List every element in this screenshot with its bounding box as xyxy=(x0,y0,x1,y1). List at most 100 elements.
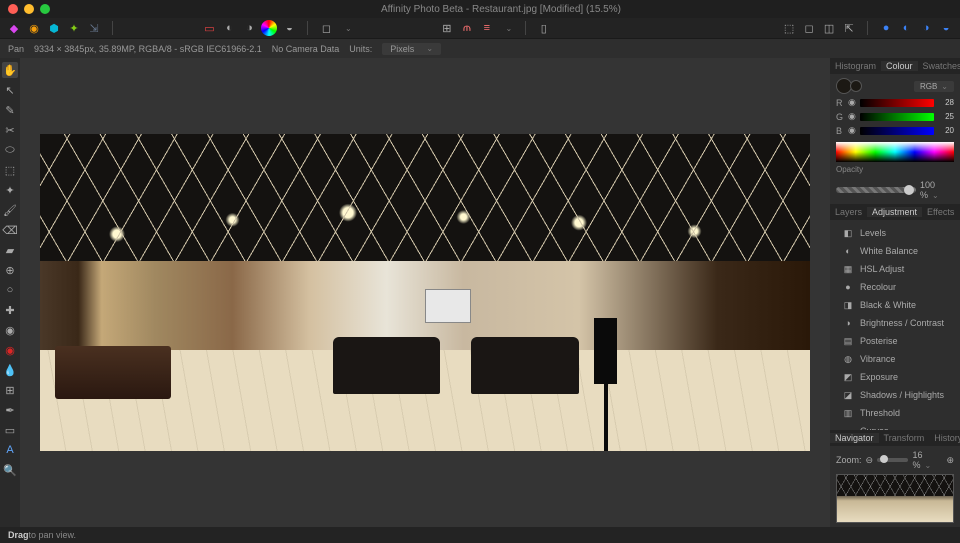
g-value[interactable]: 25 xyxy=(938,112,954,121)
preview-icon[interactable]: ◻ xyxy=(801,20,817,36)
secondary-colour-well[interactable] xyxy=(850,80,862,92)
canvas-viewport[interactable] xyxy=(20,58,830,527)
redeye-icon[interactable]: ◉ xyxy=(2,342,18,358)
zoom-slider[interactable] xyxy=(877,458,908,462)
paint-brush-icon[interactable]: 🖌 xyxy=(2,202,18,218)
layer-live-icon[interactable]: ◒ xyxy=(938,20,954,36)
tab-effects[interactable]: Effects xyxy=(922,207,959,217)
autocolours-icon[interactable] xyxy=(261,20,277,36)
crop-tool-icon[interactable]: ✂ xyxy=(2,122,18,138)
adjustment-item[interactable]: ◨Black & White xyxy=(836,296,954,314)
quickmask-icon[interactable]: ⬚ xyxy=(781,20,797,36)
zoom-in-icon[interactable]: ⊕ xyxy=(946,455,954,466)
adjustment-item[interactable]: 〰Curves xyxy=(836,422,954,430)
maximize-icon[interactable] xyxy=(40,4,50,14)
mesh-icon[interactable]: ⊞ xyxy=(2,382,18,398)
hue-spectrum[interactable] xyxy=(836,142,954,162)
healing-icon[interactable]: ✚ xyxy=(2,302,18,318)
arrange-icon[interactable]: ▯ xyxy=(536,20,552,36)
persona-develop-icon[interactable]: ⬢ xyxy=(46,20,62,36)
tab-histogram[interactable]: Histogram xyxy=(830,61,881,71)
shape-icon[interactable]: ▭ xyxy=(2,422,18,438)
flood-select-icon[interactable]: ✦ xyxy=(2,182,18,198)
persona-tone-icon[interactable]: ✦ xyxy=(66,20,82,36)
minimize-icon[interactable] xyxy=(24,4,34,14)
adjustment-item[interactable]: ▤Posterise xyxy=(836,332,954,350)
fill-icon[interactable]: ▰ xyxy=(2,242,18,258)
zoom-value[interactable]: 16 % xyxy=(912,450,942,470)
colour-panel-tabs: Histogram Colour Swatches Brushes xyxy=(830,58,960,74)
adjustment-item[interactable]: ◑Brightness / Contrast xyxy=(836,314,954,332)
blur-icon[interactable]: 💧 xyxy=(2,362,18,378)
adjustment-item[interactable]: ●Recolour xyxy=(836,278,954,296)
erase-icon[interactable]: ⌫ xyxy=(2,222,18,238)
r-slider[interactable] xyxy=(860,99,934,107)
selection-rect-icon[interactable]: ▭ xyxy=(201,20,217,36)
document-canvas[interactable] xyxy=(40,134,810,451)
export-icon[interactable]: ⇱ xyxy=(841,20,857,36)
pen-icon[interactable]: ✒ xyxy=(2,402,18,418)
snapping-icon[interactable]: ⊞ xyxy=(439,20,455,36)
tab-layers[interactable]: Layers xyxy=(830,207,867,217)
tab-colour[interactable]: Colour xyxy=(881,61,918,71)
tools-panel: ✋ ↖ ✎ ✂ ⬭ ⬚ ✦ 🖌 ⌫ ▰ ⊕ ○ ✚ ◉ ◉ 💧 ⊞ ✒ ▭ A … xyxy=(0,58,20,527)
navigator-thumbnail[interactable] xyxy=(836,474,954,523)
units-dropdown[interactable]: Pixels xyxy=(382,43,441,55)
adjustment-icon: ▥ xyxy=(842,407,854,419)
assistant-icon[interactable]: ≡ xyxy=(479,20,495,36)
autolevels-icon[interactable]: ◐ xyxy=(221,20,237,36)
tab-swatches[interactable]: Swatches xyxy=(918,61,960,71)
text-icon[interactable]: A xyxy=(2,442,18,458)
move-tool-icon[interactable]: ↖ xyxy=(2,82,18,98)
tab-adjustment[interactable]: Adjustment xyxy=(867,207,922,217)
autowb-icon[interactable]: ◒ xyxy=(281,20,297,36)
window-title: Affinity Photo Beta - Restaurant.jpg [Mo… xyxy=(50,4,952,15)
units-label: Units: xyxy=(349,44,372,54)
tab-history[interactable]: History xyxy=(929,433,960,443)
zoom-icon[interactable]: 🔍 xyxy=(2,462,18,478)
clone-icon[interactable]: ⊕ xyxy=(2,262,18,278)
r-value[interactable]: 28 xyxy=(938,98,954,107)
refine-icon[interactable]: ◫ xyxy=(821,20,837,36)
adjustment-item[interactable]: ◩Exposure xyxy=(836,368,954,386)
crop-dropdown[interactable] xyxy=(338,20,354,36)
adjustment-item[interactable]: ◐White Balance xyxy=(836,242,954,260)
tab-transform[interactable]: Transform xyxy=(879,433,930,443)
layer-adj-icon[interactable]: ◑ xyxy=(918,20,934,36)
b-slider[interactable] xyxy=(860,127,934,135)
colour-picker-icon[interactable]: ✎ xyxy=(2,102,18,118)
layer-mask-icon[interactable]: ◐ xyxy=(898,20,914,36)
b-picker-icon[interactable]: ◉ xyxy=(848,125,856,136)
b-value[interactable]: 20 xyxy=(938,126,954,135)
crop-mode-icon[interactable]: ◻ xyxy=(318,20,334,36)
adjustment-item[interactable]: ◪Shadows / Highlights xyxy=(836,386,954,404)
assistant-dropdown[interactable] xyxy=(499,20,515,36)
adjustment-icon: ● xyxy=(842,281,854,293)
zoom-out-icon[interactable]: ⊖ xyxy=(866,455,874,466)
marquee-icon[interactable]: ⬚ xyxy=(2,162,18,178)
dodge-icon[interactable]: ○ xyxy=(2,282,18,298)
layer-fx-icon[interactable]: ● xyxy=(878,20,894,36)
hand-tool-icon[interactable]: ✋ xyxy=(2,62,18,78)
opacity-slider[interactable] xyxy=(836,187,916,193)
persona-export-icon[interactable]: ⇲ xyxy=(86,20,102,36)
adjustment-item[interactable]: ▥Threshold xyxy=(836,404,954,422)
g-picker-icon[interactable]: ◉ xyxy=(848,111,856,122)
colour-mode-dropdown[interactable]: RGB xyxy=(914,81,954,92)
g-slider[interactable] xyxy=(860,113,934,121)
tab-navigator[interactable]: Navigator xyxy=(830,433,879,443)
adjustment-item[interactable]: ◍Vibrance xyxy=(836,350,954,368)
alignment-icon[interactable]: ⫙ xyxy=(459,20,475,36)
selection-brush-icon[interactable]: ⬭ xyxy=(2,142,18,158)
persona-liquify-icon[interactable]: ◉ xyxy=(26,20,42,36)
inpaint-icon[interactable]: ◉ xyxy=(2,322,18,338)
persona-photo-icon[interactable]: ◆ xyxy=(6,20,22,36)
adjustment-icon: ◪ xyxy=(842,389,854,401)
adjustment-item[interactable]: ◧Levels xyxy=(836,224,954,242)
adjustment-item[interactable]: ▦HSL Adjust xyxy=(836,260,954,278)
close-icon[interactable] xyxy=(8,4,18,14)
autocontrast-icon[interactable]: ◑ xyxy=(241,20,257,36)
r-picker-icon[interactable]: ◉ xyxy=(848,97,856,108)
navigator-panel: Zoom: ⊖ 16 % ⊕ xyxy=(830,446,960,527)
opacity-value[interactable]: 100 % xyxy=(920,180,954,200)
